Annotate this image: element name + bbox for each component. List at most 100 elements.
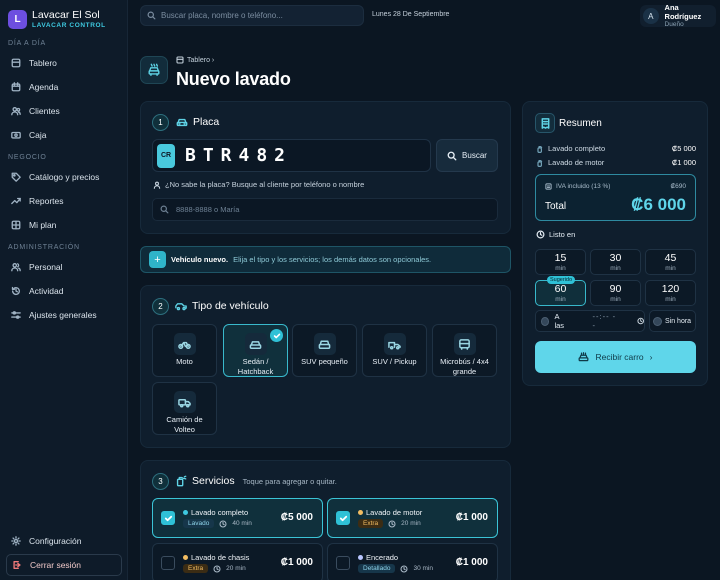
service-tag: Lavado — [183, 519, 215, 528]
sidebar-item-mi-plan[interactable]: Mi plan — [6, 214, 122, 236]
time-value: 120 — [661, 283, 680, 295]
vehicle-type-suv-pickup[interactable]: SUV / Pickup — [362, 324, 427, 377]
bus-icon — [459, 338, 470, 350]
no-time-radio[interactable] — [653, 316, 662, 326]
vehicle-type-camion-volteo[interactable]: Camión de Volteo — [152, 382, 217, 435]
clock-icon — [219, 519, 227, 528]
sliders-icon — [11, 311, 21, 319]
service-name: Lavado completo — [191, 508, 249, 517]
vehicle-type-suv-small[interactable]: SUV pequeño — [292, 324, 357, 377]
customer-search-input[interactable]: 8888-8888 o María — [152, 198, 498, 221]
sidebar-item-actividad[interactable]: Actividad — [6, 280, 122, 302]
vehicle-type-label: Microbús / 4x4 grande — [440, 357, 489, 377]
time-value: 15 — [554, 252, 567, 264]
service-lavado-completo[interactable]: Lavado completo Lavado 40 min ₡5 000 — [152, 498, 323, 538]
motorcycle-icon — [178, 341, 191, 349]
sidebar-item-label: Ajustes generales — [29, 310, 97, 320]
nav-section-business: NEGOCIO — [8, 154, 47, 161]
vehicle-type-label: SUV / Pickup — [372, 357, 417, 366]
check-icon — [339, 515, 347, 521]
receive-car-label: Recibir carro — [595, 352, 644, 362]
receive-car-button[interactable]: Recibir carro › — [535, 341, 696, 373]
no-time-option[interactable]: Sin hora — [649, 310, 696, 332]
sidebar-item-configuracion[interactable]: Configuración — [6, 530, 122, 552]
pickup-icon — [388, 341, 401, 350]
car-icon — [176, 118, 188, 127]
at-time-option[interactable]: A las --:-- -- — [535, 310, 645, 332]
summary-line-label: Lavado completo — [548, 144, 606, 153]
breadcrumb[interactable]: Tablero › — [176, 56, 214, 64]
service-checkbox[interactable] — [161, 511, 175, 525]
time-option-60[interactable]: Sugerido 60 min — [535, 276, 586, 306]
service-encerado[interactable]: Encerado Detallado 30 min ₡1 000 — [327, 543, 498, 580]
car-icon — [249, 340, 262, 349]
sidebar-item-label: Clientes — [29, 106, 60, 116]
clock-icon — [400, 564, 409, 573]
service-name: Encerado — [366, 553, 399, 562]
time-option-15[interactable]: 15 min — [535, 249, 586, 275]
total-value: ₡6 000 — [631, 195, 686, 214]
at-time-input[interactable]: --:-- -- — [593, 312, 618, 330]
sidebar-item-ajustes[interactable]: Ajustes generales — [6, 304, 122, 326]
nav-section-admin: ADMINISTRACIÓN — [8, 244, 80, 251]
service-price: ₡1 000 — [455, 512, 488, 523]
at-time-radio[interactable] — [541, 316, 550, 326]
plate-value: BTR482 — [185, 145, 293, 166]
plate-input[interactable]: CR BTR482 — [152, 139, 431, 172]
sidebar-item-personal[interactable]: Personal — [6, 256, 122, 278]
sidebar-item-label: Reportes — [29, 196, 64, 206]
service-dot — [183, 555, 188, 560]
chart-icon — [11, 197, 21, 205]
brand[interactable]: L Lavacar El Sol LAVACAR CONTROL — [8, 10, 106, 29]
sidebar-item-reportes[interactable]: Reportes — [6, 190, 122, 212]
time-value: 30 — [609, 252, 622, 264]
time-unit: min — [665, 295, 676, 303]
vehicle-type-label: SUV pequeño — [301, 357, 348, 366]
vehicle-type-microbus[interactable]: Microbús / 4x4 grande — [432, 324, 497, 377]
sidebar-item-caja[interactable]: Caja — [6, 124, 122, 146]
sidebar-item-catalogo[interactable]: Catálogo y precios — [6, 166, 122, 188]
global-search-input[interactable]: Buscar placa, nombre o teléfono... — [140, 5, 364, 26]
sidebar-item-agenda[interactable]: Agenda — [6, 76, 122, 98]
total-box: IVA incluido (13 %) ₡690 Total ₡6 000 — [535, 174, 696, 221]
tag-icon — [11, 172, 21, 182]
vehicle-type-label: Camión de Volteo — [166, 415, 203, 435]
logout-icon — [13, 561, 21, 569]
service-lavado-motor[interactable]: Lavado de motor Extra 20 min ₡1 000 — [327, 498, 498, 538]
user-menu[interactable]: A Ana Rodríguez Dueño — [640, 3, 716, 28]
time-unit: min — [610, 264, 621, 272]
new-vehicle-banner: + Vehículo nuevo. Elija el tipo y los se… — [140, 246, 511, 273]
sidebar-item-tablero[interactable]: Tablero — [6, 52, 122, 74]
service-price: ₡1 000 — [455, 557, 488, 568]
summary-line-label: Lavado de motor — [548, 158, 605, 167]
sidebar-item-clientes[interactable]: Clientes — [6, 100, 122, 122]
service-checkbox[interactable] — [336, 511, 350, 525]
service-name: Lavado de chasis — [191, 553, 250, 562]
time-option-45[interactable]: 45 min — [645, 249, 696, 275]
time-option-30[interactable]: 30 min — [590, 249, 641, 275]
vehicle-type-moto[interactable]: Moto — [152, 324, 217, 377]
summary-line: Lavado completo ₡5 000 — [536, 144, 696, 153]
time-unit: min — [555, 264, 566, 272]
logout-button[interactable]: Cerrar sesión — [6, 554, 122, 576]
clock-icon — [213, 564, 221, 573]
service-lavado-chasis[interactable]: Lavado de chasis Extra 20 min ₡1 000 — [152, 543, 323, 580]
country-badge: CR — [157, 143, 175, 168]
vehicle-type-label: Moto — [176, 357, 193, 366]
step-badge-3: 3 — [152, 473, 169, 490]
vehicle-type-sedan[interactable]: Sedán / Hatchback — [223, 324, 288, 377]
service-dot — [358, 555, 363, 560]
gear-icon — [11, 536, 21, 546]
truck-icon — [178, 398, 191, 408]
user-name: Ana Rodríguez — [664, 3, 702, 21]
time-option-90[interactable]: 90 min — [590, 280, 641, 306]
sidebar-item-label: Catálogo y precios — [29, 172, 100, 182]
time-option-120[interactable]: 120 min — [645, 280, 696, 306]
search-plate-button[interactable]: Buscar — [436, 139, 498, 172]
ready-text: Listo en — [549, 230, 576, 239]
brand-subtitle: LAVACAR CONTROL — [32, 21, 106, 29]
service-checkbox[interactable] — [161, 556, 175, 570]
user-role: Dueño — [664, 20, 684, 28]
cash-icon — [11, 131, 21, 139]
service-checkbox[interactable] — [336, 556, 350, 570]
